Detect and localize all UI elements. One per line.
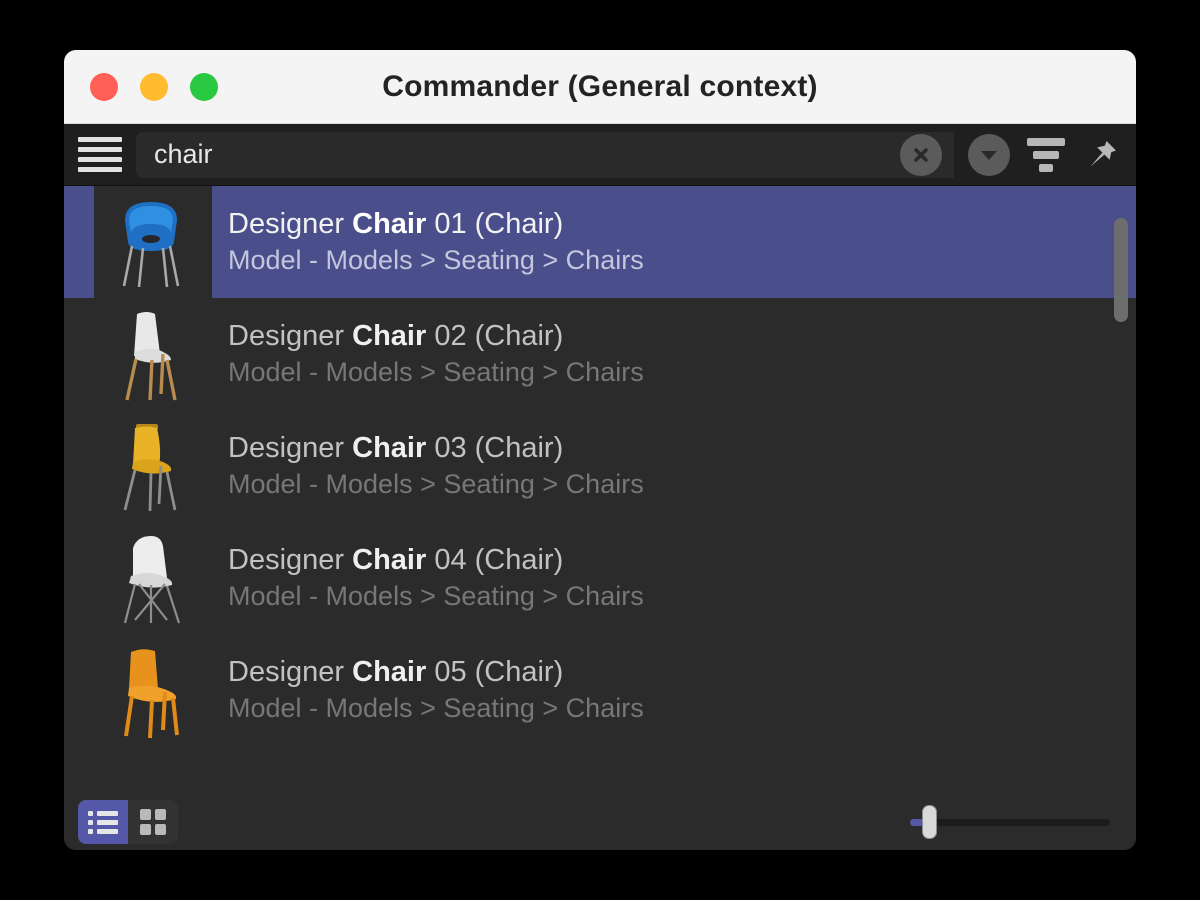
item-title: Designer Chair 04 (Chair) [228,544,564,577]
item-text: Designer Chair 04 (Chair) Model - Models… [212,522,1136,634]
yellow-chair-thumbnail [123,424,177,512]
zoom-window-button[interactable] [190,72,218,101]
pushpin-icon [1090,140,1116,166]
blue-tub-chair-thumbnail [122,202,180,288]
list-item[interactable]: Designer Chair 01 (Chair) Model - Models… [64,186,1136,298]
item-subtitle: Model - Models > Seating > Chairs [228,357,644,388]
search-options-dropdown-icon[interactable] [968,133,1010,176]
item-title: Designer Chair 03 (Chair) [228,432,564,465]
item-text: Designer Chair 03 (Chair) Model - Models… [212,410,1136,522]
item-text: Designer Chair 01 (Chair) Model - Models… [212,186,1136,298]
item-subtitle: Model - Models > Seating > Chairs [228,245,644,276]
scrollbar-thumb[interactable] [1114,218,1128,322]
clear-search-icon[interactable] [900,133,942,176]
grid-view-icon [140,809,166,835]
minimize-window-button[interactable] [140,72,168,101]
selection-accent-bar [64,298,94,410]
footer-toolbar [64,794,1136,850]
item-subtitle: Model - Models > Seating > Chairs [228,581,644,612]
list-item[interactable]: Designer Chair 02 (Chair) Model - Models… [64,298,1136,410]
list-item[interactable]: Designer Chair 04 (Chair) Model - Models… [64,522,1136,634]
item-subtitle: Model - Models > Seating > Chairs [228,469,644,500]
selection-accent-bar [64,410,94,522]
search-toolbar [64,124,1136,186]
list-view-button[interactable] [78,800,128,844]
item-text: Designer Chair 05 (Chair) Model - Models… [212,634,1136,746]
selection-accent-bar [64,186,94,298]
pin-icon[interactable] [1074,127,1130,183]
list-item[interactable]: Designer Chair 03 (Chair) Model - Models… [64,410,1136,522]
slider-handle[interactable] [922,805,937,839]
selection-accent-bar [64,634,94,746]
item-title: Designer Chair 02 (Chair) [228,320,564,353]
item-subtitle: Model - Models > Seating > Chairs [228,693,644,724]
item-text: Designer Chair 02 (Chair) Model - Models… [212,298,1136,410]
title-bar: Commander (General context) [64,50,1136,124]
thumbnail-cell [94,186,212,298]
thumbnail-cell [94,634,212,746]
list-view-icon [88,810,118,834]
item-title: Designer Chair 01 (Chair) [228,208,564,241]
hamburger-menu-icon[interactable] [64,124,136,186]
white-eiffel-chair-thumbnail [123,536,181,624]
chevron-down-icon [981,150,997,160]
list-item[interactable]: Designer Chair 05 (Chair) Model - Models… [64,634,1136,746]
selection-accent-bar [64,522,94,634]
close-icon [914,147,928,162]
results-scrollbar[interactable] [1114,186,1128,794]
white-wood-leg-chair-thumbnail [125,312,177,401]
item-title: Designer Chair 05 (Chair) [228,656,564,689]
search-field[interactable] [136,131,954,178]
thumbnail-cell [94,522,212,634]
thumbnail-cell [94,410,212,522]
traffic-lights [64,72,218,101]
commander-window: Commander (General context) chair Design… [64,50,1136,850]
grid-view-button[interactable] [128,800,178,844]
close-window-button[interactable] [90,72,118,101]
orange-monobloc-chair-thumbnail [124,649,179,739]
window-title: Commander (General context) [382,69,818,103]
results-list[interactable]: Designer Chair 01 (Chair) Model - Models… [64,186,1136,794]
thumbnail-cell [94,298,212,410]
view-mode-toggle[interactable] [78,800,178,844]
filter-icon[interactable] [1018,127,1074,183]
thumbnail-size-slider[interactable] [910,800,1110,844]
slider-track[interactable] [910,818,1110,826]
search-input[interactable] [154,139,900,170]
